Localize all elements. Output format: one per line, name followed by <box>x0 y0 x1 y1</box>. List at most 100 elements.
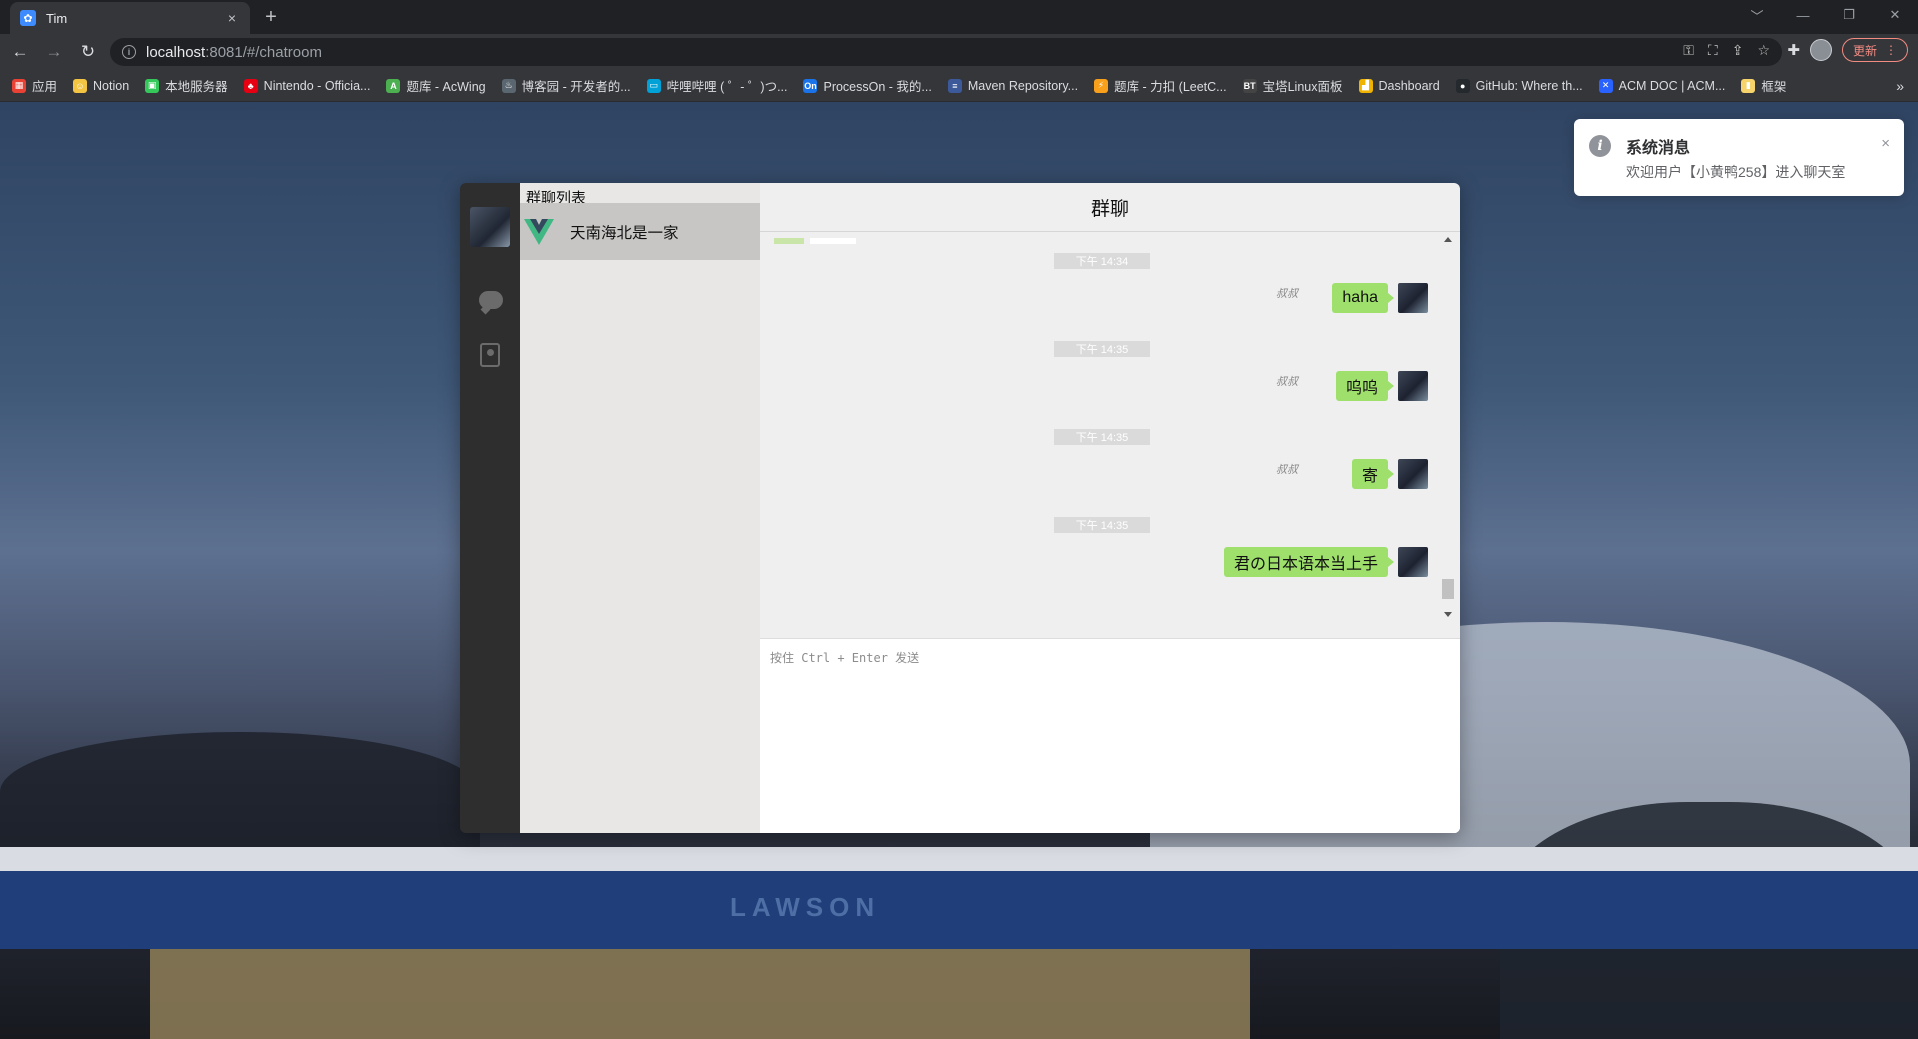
share-icon[interactable]: ⇪ <box>1732 42 1744 59</box>
window-controls: ﹀ — ❐ ✕ <box>1734 0 1918 30</box>
site-info-icon[interactable]: i <box>122 45 136 59</box>
message-avatar[interactable] <box>1398 547 1428 577</box>
dashboard-icon: ▟ <box>1358 78 1373 93</box>
message-time: 下午 14:35 <box>1054 517 1150 533</box>
chat-bubble-icon[interactable] <box>479 291 503 309</box>
message-bubble: haha <box>1332 283 1394 313</box>
bookmark-leetcode[interactable]: ⚡ 题库 - 力扣 (LeetC... <box>1094 76 1227 95</box>
bookmark-apps[interactable]: ▦ 应用 <box>12 76 57 95</box>
close-window-button[interactable]: ✕ <box>1872 0 1918 30</box>
notion-icon: ☺ <box>73 78 88 93</box>
browser-tab[interactable]: ✿ Tim × <box>10 2 250 34</box>
browser-tab-bar: ✿ Tim × + ﹀ — ❐ ✕ <box>0 0 1918 34</box>
maven-icon: ≡ <box>947 78 962 93</box>
bookmark-bilibili[interactable]: ▭ 哔哩哔哩 ( ゜- ゜)つ... <box>646 76 787 95</box>
tab-title: Tim <box>46 10 68 26</box>
scroll-thumb[interactable] <box>1442 579 1454 599</box>
message-bubble: 寄 <box>1351 459 1395 489</box>
message-avatar[interactable] <box>1398 371 1428 401</box>
trees-left <box>0 732 480 852</box>
chat-app-window: 群聊列表 天南海北是一家 群聊 下午 14:34 叔叔 haha 下午 14:3… <box>460 183 1460 833</box>
acwing-icon: A <box>386 78 401 93</box>
acm-doc-icon: ✕ <box>1598 78 1613 93</box>
address-bar-actions: ⚿ ⛶ ⇪ ☆ <box>1683 42 1770 59</box>
github-icon: ● <box>1455 78 1470 93</box>
folder-icon: ▮ <box>1741 78 1756 93</box>
message-scrollbar[interactable] <box>1442 233 1454 621</box>
side-nav <box>460 183 520 833</box>
group-list-panel: 群聊列表 天南海北是一家 <box>520 183 760 833</box>
processon-icon: On <box>803 78 818 93</box>
store-sign: LAWSON <box>730 892 881 922</box>
back-arrow-icon[interactable]: ← <box>6 38 34 66</box>
minimize-button[interactable]: — <box>1780 0 1826 30</box>
bookmark-notion[interactable]: ☺ Notion <box>73 78 129 93</box>
bookmarks-bar: ▦ 应用 ☺ Notion ▣ 本地服务器 ♣ Nintendo - Officia..… <box>0 70 1918 102</box>
store-band <box>0 871 1918 949</box>
address-bar[interactable]: i localhost:8081/#/chatroom ⚿ ⛶ ⇪ ☆ <box>110 38 1782 66</box>
browser-toolbar: ← → ↻ i localhost:8081/#/chatroom ⚿ ⛶ ⇪ … <box>0 34 1918 70</box>
bookmark-acm-doc[interactable]: ✕ ACM DOC | ACM... <box>1598 78 1725 93</box>
system-notification: i 系统消息 欢迎用户【小黄鸭258】进入聊天室 × <box>1574 119 1904 196</box>
tab-favicon-icon: ✿ <box>20 10 36 26</box>
bt-panel-icon: BT <box>1242 78 1257 93</box>
scroll-up-arrow-icon[interactable] <box>1444 237 1452 242</box>
message-time: 下午 14:35 <box>1054 429 1150 445</box>
update-button[interactable]: 更新 ⋮ <box>1841 38 1908 62</box>
apps-icon: ▦ <box>12 78 26 93</box>
bilibili-icon: ▭ <box>646 78 661 93</box>
info-icon: i <box>1589 135 1611 157</box>
bookmark-processon[interactable]: On ProcessOn - 我的... <box>803 76 932 95</box>
message-time: 下午 14:35 <box>1054 341 1150 357</box>
tab-search-icon[interactable]: ﹀ <box>1734 0 1780 30</box>
message-time: 下午 14:34 <box>1054 253 1150 269</box>
nintendo-icon: ♣ <box>243 78 258 93</box>
bookmarks-overflow-icon[interactable]: » <box>1896 78 1904 94</box>
group-list-item[interactable]: 天南海北是一家 <box>520 203 760 260</box>
bookmark-nintendo[interactable]: ♣ Nintendo - Officia... <box>243 78 370 93</box>
profile-avatar[interactable] <box>1809 39 1832 61</box>
forward-arrow-icon[interactable]: → <box>40 38 68 66</box>
message-sender: 叔叔 <box>1276 464 1298 476</box>
clipped-message-fragment <box>774 233 858 244</box>
message-sender: 叔叔 <box>1276 376 1298 388</box>
bookmark-framework[interactable]: ▮ 框架 <box>1741 76 1786 95</box>
message-avatar[interactable] <box>1398 459 1428 489</box>
message-input-area <box>760 638 1460 833</box>
translate-icon[interactable]: ⛶ <box>1708 42 1718 59</box>
leetcode-icon: ⚡ <box>1094 78 1109 93</box>
tab-close-icon[interactable]: × <box>224 10 240 26</box>
message-list: 下午 14:34 叔叔 haha 下午 14:35 叔叔 呜呜 下午 14:35… <box>760 233 1460 621</box>
bookmark-bt-panel[interactable]: BT 宝塔Linux面板 <box>1242 76 1343 95</box>
restore-button[interactable]: ❐ <box>1826 0 1872 30</box>
bookmark-maven[interactable]: ≡ Maven Repository... <box>947 78 1078 93</box>
vue-logo-icon <box>524 218 554 245</box>
message-input[interactable] <box>760 639 1460 833</box>
url-text: localhost:8081/#/chatroom <box>146 43 322 61</box>
message-avatar[interactable] <box>1398 283 1428 313</box>
key-icon[interactable]: ⚿ <box>1683 42 1694 59</box>
contacts-icon[interactable] <box>480 343 500 367</box>
user-avatar[interactable] <box>470 207 510 247</box>
close-icon[interactable]: × <box>1881 135 1890 152</box>
menu-dots-icon: ⋮ <box>1885 43 1897 57</box>
scroll-down-arrow-icon[interactable] <box>1444 612 1452 617</box>
bookmark-github[interactable]: ● GitHub: Where th... <box>1455 78 1583 93</box>
notification-title: 系统消息 <box>1626 140 1691 157</box>
new-tab-button[interactable]: + <box>260 6 282 29</box>
star-icon[interactable]: ☆ <box>1757 42 1770 59</box>
notification-text: 欢迎用户【小黄鸭258】进入聊天室 <box>1626 164 1846 180</box>
bookmark-cnblogs[interactable]: ♨ 博客园 - 开发者的... <box>501 76 631 95</box>
group-name: 天南海北是一家 <box>570 224 679 242</box>
bookmark-local-server[interactable]: ▣ 本地服务器 <box>145 76 228 95</box>
store-front <box>150 949 1250 1039</box>
extensions-icon[interactable]: ✚ <box>1787 41 1800 59</box>
cnblogs-icon: ♨ <box>501 78 516 93</box>
message-bubble: 君の日本语本当上手 <box>1223 547 1395 577</box>
chat-main: 群聊 下午 14:34 叔叔 haha 下午 14:35 叔叔 呜呜 下午 14… <box>760 183 1460 833</box>
bookmark-acwing[interactable]: A 题库 - AcWing <box>386 76 486 95</box>
local-server-icon: ▣ <box>145 78 160 93</box>
reload-icon[interactable]: ↻ <box>74 38 102 66</box>
bookmark-dashboard[interactable]: ▟ Dashboard <box>1358 78 1440 93</box>
toolbar-right: ✚ 更新 ⋮ <box>1787 38 1908 62</box>
